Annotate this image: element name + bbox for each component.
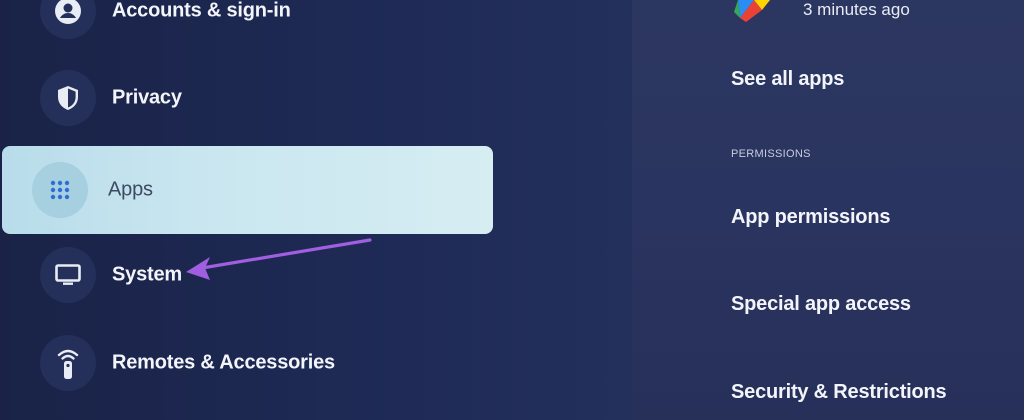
menu-item-apps[interactable]: Apps: [2, 146, 493, 234]
see-all-apps-link[interactable]: See all apps: [731, 68, 844, 91]
shield-icon: [40, 70, 96, 126]
app-permissions-item[interactable]: App permissions: [731, 206, 890, 229]
menu-item-label: Remotes & Accessories: [112, 351, 335, 374]
menu-item-accounts-sign-in[interactable]: Accounts & sign-in: [0, 0, 493, 55]
menu-item-label: Accounts & sign-in: [112, 0, 291, 22]
recent-app-timestamp: 3 minutes ago: [803, 0, 910, 19]
account-circle-icon: [40, 0, 96, 39]
menu-item-label: System: [112, 263, 182, 286]
annotation-arrow: [186, 238, 372, 280]
apps-grid-icon: [32, 162, 88, 218]
settings-menu: Accounts & sign-in Privacy Apps System R…: [0, 0, 632, 420]
google-play-icon: [732, 0, 780, 24]
menu-item-remotes-accessories[interactable]: Remotes & Accessories: [0, 319, 493, 407]
security-restrictions-item[interactable]: Security & Restrictions: [731, 381, 947, 404]
tv-icon: [40, 247, 96, 303]
permissions-section-header: PERMISSIONS: [731, 148, 811, 160]
menu-item-label: Privacy: [112, 86, 182, 109]
special-app-access-item[interactable]: Special app access: [731, 293, 911, 316]
remote-icon: [40, 335, 96, 391]
menu-item-label: Apps: [108, 178, 153, 201]
menu-item-privacy[interactable]: Privacy: [0, 54, 493, 142]
